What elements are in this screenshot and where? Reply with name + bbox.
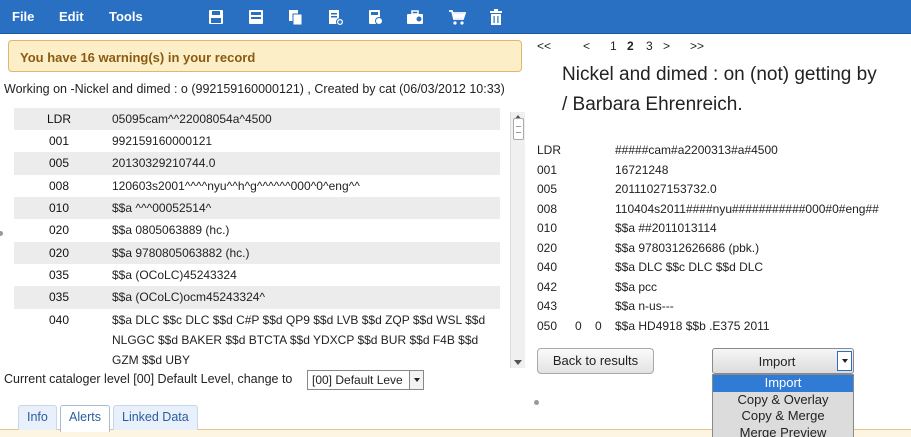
preview-value: $$a HD4918 $$b .E375 2011 <box>615 319 770 333</box>
import-options-list: Import Copy & Overlay Copy & Merge Merge… <box>712 374 854 437</box>
field-value[interactable]: $$a 9780805063882 (hc.) <box>112 243 492 263</box>
cataloger-level-value: [00] Default Leve <box>312 373 403 387</box>
pager-prev[interactable]: < <box>583 39 590 53</box>
save-as-icon[interactable] <box>247 8 265 26</box>
record-field-row[interactable]: 008 120603s2001^^^^nyu^^h^g^^^^^^000^0^e… <box>14 175 500 197</box>
scrollbar-thumb[interactable] <box>513 118 524 140</box>
field-tag: 005 <box>48 156 70 170</box>
preview-tag: 001 <box>537 163 558 177</box>
menu-tools[interactable]: Tools <box>109 9 143 24</box>
import-option[interactable]: Copy & Overlay <box>713 392 853 409</box>
record-title-line: / Barbara Ehrenreich. <box>562 94 743 115</box>
import-option[interactable]: Merge Preview <box>713 425 853 437</box>
record-field-row[interactable]: 035 $$a (OCoLC)ocm45243324^ <box>14 286 500 309</box>
cataloger-level-label: Current cataloger level [00] Default Lev… <box>4 372 293 386</box>
record-title: Nickel and dimed : on (not) getting by /… <box>562 60 911 120</box>
field-tag: 020 <box>48 246 70 260</box>
pager-first[interactable]: << <box>537 39 551 53</box>
menu-bar: File Edit Tools <box>0 0 911 34</box>
warning-banner: You have 16 warning(s) in your record <box>8 40 522 72</box>
preview-tag: 020 <box>537 241 558 255</box>
tab-linked-data[interactable]: Linked Data <box>113 405 198 430</box>
import-option[interactable]: Import <box>713 375 853 392</box>
preview-ind2: 0 <box>595 319 602 333</box>
tab-alerts[interactable]: Alerts <box>60 405 110 432</box>
preview-tag: 043 <box>537 299 558 313</box>
pager-last[interactable]: >> <box>690 39 704 53</box>
field-tag: 001 <box>48 134 70 148</box>
menu-file[interactable]: File <box>12 9 34 24</box>
field-value[interactable]: $$a (OCoLC)45243324 <box>112 265 492 285</box>
record-scrollbar[interactable] <box>510 112 525 368</box>
record-field-row[interactable]: LDR 05095cam^^22008054a^4500 <box>14 108 500 130</box>
record-field-row[interactable]: 010 $$a ^^^00052514^ <box>14 197 500 219</box>
preview-tag: 005 <box>537 182 558 196</box>
record-editor: LDR 05095cam^^22008054a^4500 001 9921591… <box>14 108 500 366</box>
preview-value: 16721248 <box>615 163 669 177</box>
copy-icon[interactable] <box>286 8 304 26</box>
preview-tag: 010 <box>537 221 558 235</box>
record-field-row[interactable]: 020 $$a 0805063889 (hc.) <box>14 219 500 242</box>
trash-icon[interactable] <box>487 8 505 26</box>
field-tag: 008 <box>48 179 70 193</box>
field-value[interactable]: 992159160000121 <box>112 131 492 151</box>
field-tag: 020 <box>48 223 70 237</box>
left-splitter-handle[interactable] <box>0 231 3 236</box>
preview-tag: LDR <box>537 143 562 157</box>
preview-value: $$a ##2011013114 <box>615 221 717 235</box>
record-field-row[interactable]: 001 992159160000121 <box>14 130 500 152</box>
preview-value: $$a pcc <box>615 280 658 294</box>
field-value[interactable]: 20130329210744.0 <box>112 153 492 173</box>
field-tag: 035 <box>48 290 70 304</box>
preview-tag: 050 <box>537 319 558 333</box>
save-icon[interactable] <box>207 8 225 26</box>
preview-tag: 008 <box>537 202 558 216</box>
scroll-down-icon[interactable] <box>514 360 522 365</box>
cataloger-level-select[interactable]: [00] Default Leve <box>307 370 424 390</box>
field-tag: LDR <box>46 112 71 126</box>
back-to-results-button[interactable]: Back to results <box>537 348 654 374</box>
chevron-down-icon[interactable] <box>837 351 852 371</box>
import-select-value: Import <box>758 354 796 369</box>
field-value[interactable]: 120603s2001^^^^nyu^^h^g^^^^^^000^0^eng^^ <box>112 176 492 196</box>
field-tag: 040 <box>48 313 70 327</box>
preview-value: 110404s2011####nyu###########000#0#eng## <box>615 202 879 216</box>
preview-value: $$a 9780312626686 (pbk.) <box>615 241 760 255</box>
field-tag: 010 <box>48 201 70 215</box>
field-tag: 035 <box>48 268 70 282</box>
pager-page-2[interactable]: 2 <box>627 39 634 53</box>
import-option[interactable]: Copy & Merge <box>713 408 853 425</box>
working-on-text: Working on -Nickel and dimed : o (992159… <box>4 82 505 96</box>
briefcase-icon[interactable] <box>406 8 424 26</box>
preview-tag: 040 <box>537 260 558 274</box>
save-to-file-icon[interactable] <box>366 8 384 26</box>
cart-icon[interactable] <box>448 8 466 26</box>
preview-ind1: 0 <box>575 319 582 333</box>
import-select[interactable]: Import <box>712 348 854 374</box>
pager-page-1[interactable]: 1 <box>610 39 617 53</box>
field-value[interactable]: 05095cam^^22008054a^4500 <box>112 109 492 129</box>
field-value[interactable]: $$a 0805063889 (hc.) <box>112 220 492 240</box>
pager-page-3[interactable]: 3 <box>646 39 653 53</box>
add-record-icon[interactable] <box>326 8 344 26</box>
record-field-row[interactable]: 005 20130329210744.0 <box>14 152 500 175</box>
chevron-down-icon[interactable] <box>409 371 423 389</box>
record-title-line: Nickel and dimed : on (not) getting by <box>562 64 877 85</box>
menu-edit[interactable]: Edit <box>59 9 84 24</box>
preview-tag: 042 <box>537 280 558 294</box>
preview-value: #####cam#a2200313#a#4500 <box>615 143 778 157</box>
preview-value: $$a DLC $$c DLC $$d DLC <box>615 260 764 274</box>
tab-info[interactable]: Info <box>18 405 57 430</box>
pager-next[interactable]: > <box>663 39 670 53</box>
preview-value: 20111027153732.0 <box>615 182 717 196</box>
record-field-row[interactable]: 040 $$a DLC $$c DLC $$d C#P $$d QP9 $$d … <box>14 309 500 366</box>
preview-value: $$a n-us--- <box>615 299 674 313</box>
field-value[interactable]: $$a ^^^00052514^ <box>112 198 492 218</box>
record-field-row[interactable]: 035 $$a (OCoLC)45243324 <box>14 264 500 286</box>
field-value[interactable]: $$a DLC $$c DLC $$d C#P $$d QP9 $$d LVB … <box>112 310 492 366</box>
field-value[interactable]: $$a (OCoLC)ocm45243324^ <box>112 287 492 307</box>
record-field-row[interactable]: 020 $$a 9780805063882 (hc.) <box>14 242 500 264</box>
